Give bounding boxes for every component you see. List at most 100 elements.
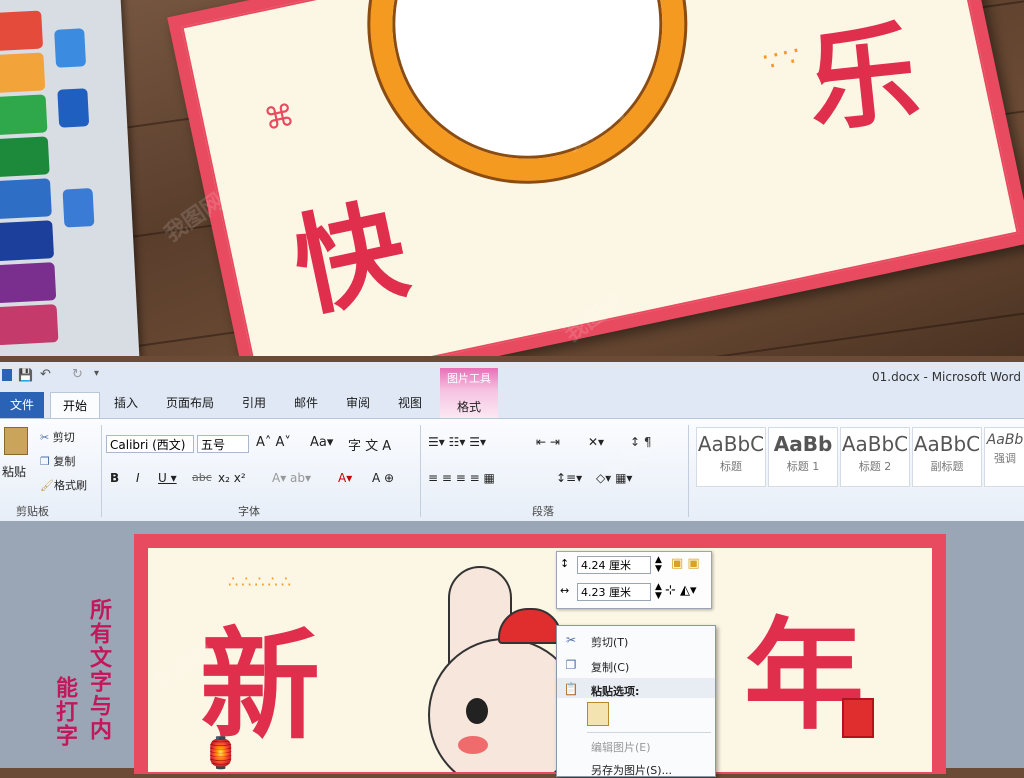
style-name: 标题 — [720, 460, 742, 473]
ribbon-tabs: 插入 页面布局 引用 邮件 审阅 视图 — [0, 390, 1024, 418]
style-subtitle[interactable]: AaBbC 副标题 — [912, 427, 982, 487]
undo-icon[interactable]: ↶ — [40, 367, 51, 382]
bunny-cheek-icon — [458, 736, 488, 754]
orange-ring-frame — [341, 0, 714, 210]
sort-icon[interactable]: ↕ ¶ — [630, 435, 652, 449]
tab-mailings[interactable]: 邮件 — [294, 394, 318, 411]
style-sample: AaBb — [773, 432, 833, 456]
shading-icon[interactable]: ◇▾ ▦▾ — [596, 471, 632, 485]
height-spinner[interactable]: ▲ ▼ — [655, 556, 662, 574]
save-icon[interactable]: 💾 — [18, 368, 33, 382]
char-kuai: 快 — [283, 184, 418, 333]
lantern-icon: 🏮 — [202, 736, 240, 771]
font-size-select[interactable]: 五号 — [197, 435, 249, 453]
indent-icon[interactable]: ⇤ ⇥ — [536, 435, 560, 449]
paste-button[interactable]: 粘贴 — [2, 463, 26, 480]
tab-file[interactable]: 文件 — [0, 392, 44, 418]
paste-keep-source-icon[interactable] — [587, 702, 609, 726]
line-spacing-icon[interactable]: ↕≡▾ — [556, 471, 582, 485]
strikethrough-icon[interactable]: abc — [192, 471, 212, 484]
change-case-icon[interactable]: Aa▾ — [310, 435, 333, 450]
italic-icon[interactable]: I — [136, 471, 140, 485]
font-color-icon[interactable]: A▾ — [338, 471, 352, 485]
menu-edit-picture[interactable]: 编辑图片(E) — [591, 739, 651, 755]
ribbon-home: 粘贴 ✂ 剪切 ❐ 复制 🖌格式刷 剪贴板 Calibri (西文) 五号 A˄… — [0, 418, 1024, 522]
dots-decoration-icon: ∴∴∴∴∴ — [228, 572, 294, 591]
text-effects-icon[interactable]: A▾ ab▾ — [272, 471, 311, 485]
style-name: 强调 — [994, 452, 1016, 465]
style-title[interactable]: AaBbC 标题 — [696, 427, 766, 487]
redo-icon[interactable]: ↻ — [72, 367, 83, 382]
font-name-select[interactable]: Calibri (西文) — [106, 435, 194, 453]
tab-view[interactable]: 视图 — [398, 394, 422, 411]
quick-access-toolbar: 💾 ↶ ↻ ▾ 01.docx - Microsoft Word — [0, 362, 1024, 391]
tab-page-layout[interactable]: 页面布局 — [166, 394, 214, 411]
bunny-eye-icon — [466, 698, 488, 724]
asian-layout-icon[interactable]: ✕▾ — [588, 435, 604, 449]
width-spinner[interactable]: ▲ ▼ — [655, 583, 662, 601]
customize-qat-icon[interactable]: ▾ — [94, 368, 99, 379]
align-icons[interactable]: ≡ ≡ ≡ ≡ ▦ — [428, 471, 495, 485]
menu-paste-options: 粘贴选项: — [591, 685, 640, 698]
copy-label: 复制 — [53, 455, 76, 468]
copy-icon: ❐ — [565, 658, 577, 672]
menu-cut[interactable]: 剪切(T) — [591, 634, 628, 650]
background-photo: 快 乐 ⌘ ∵∵ 我图网 我图网 我图网 — [0, 0, 1024, 356]
picture-tools-label: 图片工具 — [447, 372, 491, 385]
menu-copy[interactable]: 复制(C) — [591, 659, 629, 675]
format-painter-label: 格式刷 — [53, 479, 87, 492]
format-painter-button[interactable]: 🖌格式刷 — [40, 477, 87, 493]
grow-font-icon[interactable]: A˄ A˅ — [256, 435, 291, 450]
cut-label: 剪切 — [52, 431, 75, 444]
handbook-card-photo: 快 乐 ⌘ ∵∵ — [167, 0, 1024, 356]
style-heading2[interactable]: AaBbC 标题 2 — [840, 427, 910, 487]
picture-size-toolbar: ↕ 4.24 厘米 ▲ ▼ ↔ 4.23 厘米 ▲ ▼ ▣ ▣ ⊹ ◭▾ — [556, 551, 712, 609]
scissors-icon: ✂ — [565, 633, 577, 647]
tab-references[interactable]: 引用 — [242, 394, 266, 411]
width-icon: ↔ — [560, 584, 570, 597]
picture-height-input[interactable]: 4.24 厘米 — [577, 556, 651, 574]
char-shading-icon[interactable]: A ⊕ — [372, 471, 394, 485]
group-clipboard: 剪贴板 — [16, 505, 49, 518]
style-name: 副标题 — [930, 460, 964, 473]
window-title: 01.docx - Microsoft Word — [872, 370, 1021, 384]
document-page[interactable]: 新 年 🏮 ∴∴∴∴∴ — [134, 534, 946, 774]
bullets-icon[interactable]: ☰▾ ☷▾ ☰▾ — [428, 435, 486, 449]
brush-icon: 🖌 — [40, 479, 54, 492]
style-name: 标题 1 — [786, 460, 820, 473]
underline-icon[interactable]: U ▾ — [158, 471, 177, 485]
context-menu: ✂ 剪切(T) ❐ 复制(C) 📋 粘贴选项: 编辑图片(E) 另存为图片(S)… — [556, 625, 716, 777]
style-name: 标题 2 — [858, 460, 892, 473]
crop-icon[interactable]: ⊹ ◭▾ — [665, 583, 697, 598]
dots-decoration-icon: ∵∵ — [760, 40, 808, 79]
phonetic-guide-icon[interactable]: 字 文 A — [348, 435, 391, 454]
bold-icon[interactable]: B — [110, 471, 119, 485]
scissors-icon: ✂ — [40, 431, 53, 444]
style-heading1[interactable]: AaBb 标题 1 — [768, 427, 838, 487]
tab-review[interactable]: 审阅 — [346, 394, 370, 411]
subscript-icon[interactable]: x₂ x² — [218, 471, 246, 485]
cut-button[interactable]: ✂ 剪切 — [40, 429, 75, 445]
char-le: 乐 — [801, 8, 925, 148]
group-paragraph: 段落 — [532, 505, 554, 518]
height-icon: ↕ — [560, 557, 570, 570]
paste-icon[interactable] — [4, 427, 28, 455]
style-sample: AaBbC — [913, 432, 981, 456]
tab-home[interactable]: 开始 — [50, 392, 100, 420]
bring-forward-icon[interactable]: ▣ ▣ — [671, 556, 700, 571]
picture-tools-context: 图片工具 格式 — [440, 368, 498, 418]
style-sample: AaBbC — [841, 432, 909, 456]
side-text-2: 能打字 — [52, 676, 77, 748]
menu-save-as-picture[interactable]: 另存为图片(S)... — [591, 762, 672, 778]
side-text-1: 所有文字与内 — [86, 598, 111, 742]
style-emphasis[interactable]: AaBb 强调 — [984, 427, 1024, 487]
chinese-knot-icon: ⌘ — [261, 97, 298, 139]
style-sample: AaBb — [986, 432, 1024, 448]
copy-icon: ❐ — [40, 455, 54, 468]
picture-width-input[interactable]: 4.23 厘米 — [577, 583, 651, 601]
word-logo-icon — [2, 369, 12, 381]
tab-insert[interactable]: 插入 — [114, 394, 138, 411]
tab-format[interactable]: 格式 — [440, 398, 498, 415]
paint-palette — [0, 0, 140, 356]
copy-button[interactable]: ❐ 复制 — [40, 453, 75, 469]
